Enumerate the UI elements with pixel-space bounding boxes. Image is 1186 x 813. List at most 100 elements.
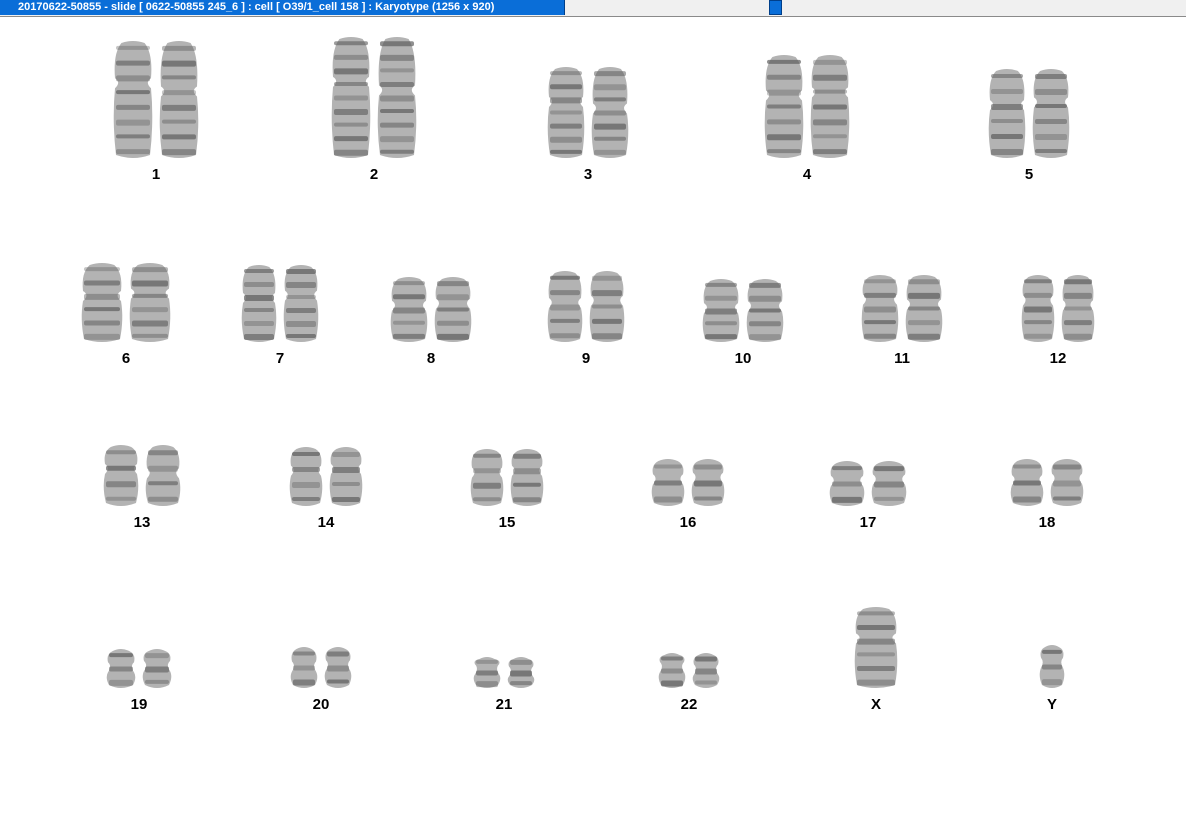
chromosome-4-a[interactable]: [764, 55, 804, 159]
chromosome-11-a[interactable]: [861, 275, 899, 343]
chromosome-band: [767, 149, 801, 154]
chromatid-body: [241, 265, 277, 342]
chromosome-band: [327, 679, 349, 684]
chromosome-11-b[interactable]: [905, 275, 943, 343]
chromosome-band: [705, 282, 737, 287]
chromosome-band: [705, 334, 737, 340]
chromosome-band: [380, 54, 414, 61]
chromosome-band: [991, 74, 1023, 78]
chromosome-15-b[interactable]: [510, 449, 544, 507]
chromosome-13-a[interactable]: [103, 445, 139, 507]
chromosome-9-b[interactable]: [589, 271, 625, 343]
chromosome-1-a[interactable]: [113, 41, 153, 159]
chromosome-19-b[interactable]: [142, 649, 172, 689]
chromosome-band: [148, 481, 178, 486]
chromosome-band: [661, 656, 683, 661]
chromosome-2-b[interactable]: [377, 37, 417, 159]
chromosome-9-a[interactable]: [547, 271, 583, 343]
chromosome-band: [1042, 664, 1062, 670]
chromosome-band: [813, 149, 847, 155]
chromosome-2-a[interactable]: [331, 37, 371, 159]
chromosome-Y[interactable]: [1039, 645, 1065, 689]
chromosome-band: [550, 275, 580, 280]
chromosome-3-a[interactable]: [547, 67, 585, 159]
chromosome-3-b[interactable]: [591, 67, 629, 159]
chromosome-band: [857, 666, 895, 671]
chromosome-17-b[interactable]: [871, 461, 907, 507]
chromosome-band: [116, 149, 150, 155]
chromosome-band: [1035, 89, 1067, 95]
chromosome-20-b[interactable]: [324, 647, 352, 689]
chromosome-band: [991, 149, 1023, 155]
chromosome-band: [106, 481, 136, 488]
chromosome-20-a[interactable]: [290, 647, 318, 689]
chromosome-5-b[interactable]: [1032, 69, 1070, 159]
scroll-marker[interactable]: [769, 0, 782, 15]
chromosome-21-a[interactable]: [473, 657, 501, 689]
chromosome-band: [1024, 279, 1052, 284]
chromosome-band: [592, 318, 622, 324]
chromosome-band: [1035, 74, 1067, 79]
chromosome-17-a[interactable]: [829, 461, 865, 507]
chromosome-4-b[interactable]: [810, 55, 850, 159]
chromosome-label: 19: [130, 696, 148, 713]
chromosome-6-b[interactable]: [129, 263, 171, 343]
chromosome-14-b[interactable]: [329, 447, 363, 507]
chromosome-13-b[interactable]: [145, 445, 181, 507]
chromosome-band: [874, 496, 904, 501]
chromosome-band: [84, 320, 120, 326]
chromosome-21-b[interactable]: [507, 657, 535, 689]
chromosome-18-a[interactable]: [1010, 459, 1044, 507]
chromosome-10-a[interactable]: [702, 279, 740, 343]
chromosome-14-a[interactable]: [289, 447, 323, 507]
chromosome-10-b[interactable]: [746, 279, 784, 343]
chromosome-band: [1035, 134, 1067, 140]
chromosome-8-b[interactable]: [434, 277, 472, 343]
chromosome-label: Y: [1046, 696, 1057, 713]
window-title[interactable]: 20170622-50855 - slide [ 0622-50855 245_…: [0, 0, 565, 15]
chromosome-22-b[interactable]: [692, 653, 720, 689]
chromosome-band: [749, 295, 781, 302]
chromosome-band: [813, 119, 847, 126]
chromosome-band: [661, 668, 683, 674]
chromosome-6-a[interactable]: [81, 263, 123, 343]
chromosome-band: [550, 136, 582, 143]
chromosome-band: [84, 293, 120, 300]
chromosome-8-a[interactable]: [390, 277, 428, 343]
chromosome-band: [1053, 480, 1081, 487]
chromosome-band: [513, 482, 541, 487]
chromosome-band: [832, 466, 862, 471]
chromosome-19-a[interactable]: [106, 649, 136, 689]
chromosome-18-b[interactable]: [1050, 459, 1084, 507]
chromosome-label: 18: [1038, 514, 1056, 531]
chromosome-12-b[interactable]: [1061, 275, 1095, 343]
chromosome-label: 15: [498, 514, 516, 531]
chromosome-band: [244, 269, 274, 273]
chromosome-7-a[interactable]: [241, 265, 277, 343]
chromosome-label: 17: [859, 514, 877, 531]
chromosome-band: [162, 119, 196, 124]
chromosome-X[interactable]: [854, 607, 898, 689]
chromosome-16-b[interactable]: [691, 459, 725, 507]
chromosome-band: [991, 134, 1023, 139]
chromatid-body: [1032, 69, 1070, 158]
chromosome-band: [513, 468, 541, 475]
chromosome-band: [1064, 333, 1092, 340]
chromosome-12-a[interactable]: [1021, 275, 1055, 343]
chromosome-band: [286, 321, 316, 327]
chromosome-16-a[interactable]: [651, 459, 685, 507]
chromosome-band: [654, 464, 682, 469]
chromosome-7-b[interactable]: [283, 265, 319, 343]
chromosome-band: [132, 333, 168, 338]
chromosome-5-a[interactable]: [988, 69, 1026, 159]
chromosome-band: [293, 679, 315, 686]
chromosome-label: 7: [275, 350, 285, 367]
chromosome-band: [908, 320, 940, 326]
chromosome-band: [594, 136, 626, 141]
chromosome-15-a[interactable]: [470, 449, 504, 507]
chromosome-band: [286, 269, 316, 274]
chromosome-band: [380, 136, 414, 143]
chromosome-band: [132, 267, 168, 273]
chromosome-22-a[interactable]: [658, 653, 686, 689]
chromosome-1-b[interactable]: [159, 41, 199, 159]
